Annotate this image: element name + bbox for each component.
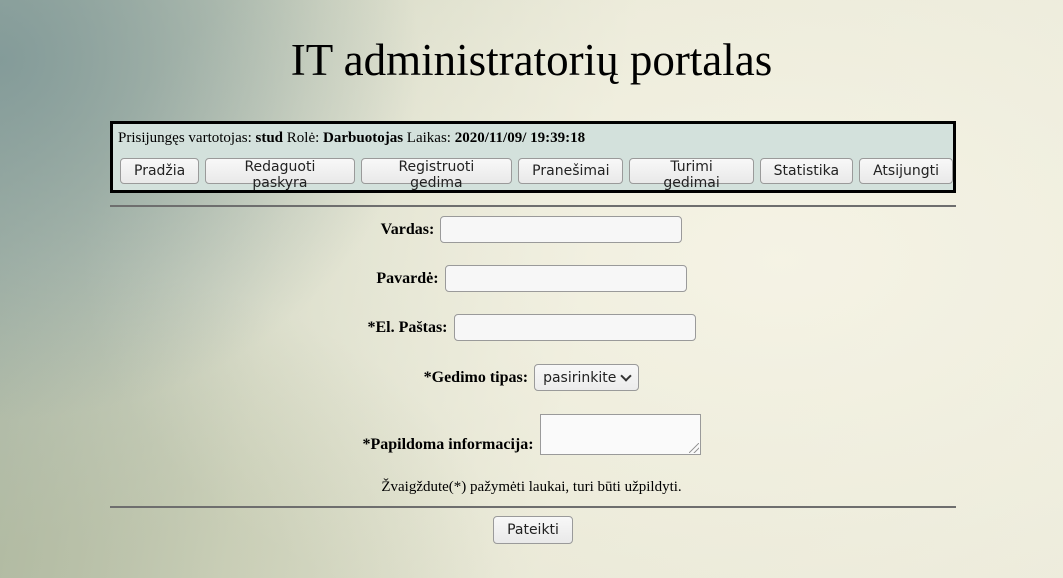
first-name-row: Vardas:	[0, 216, 1063, 243]
resize-grip-icon[interactable]	[688, 443, 699, 453]
nav-current-faults-button[interactable]: Turimi gedimai	[629, 158, 754, 191]
chevron-down-icon	[620, 369, 633, 382]
additional-info-textarea[interactable]	[539, 414, 701, 455]
additional-info-label: *Papildoma informacija:	[362, 436, 534, 453]
fault-type-label: *Gedimo tipas:	[423, 368, 529, 386]
email-row: *El. Paštas:	[0, 314, 1063, 341]
first-name-label: Vardas:	[380, 220, 435, 238]
email-input[interactable]	[453, 314, 696, 341]
bottom-divider	[110, 506, 956, 508]
required-fields-note: Žvaigždute(*) pažymėti laukai, turi būti…	[381, 479, 682, 495]
nav-register-fault-button[interactable]: Registruoti gedima	[360, 158, 513, 191]
fault-type-row: *Gedimo tipas: pasirinkite	[0, 364, 1063, 391]
fault-type-select[interactable]: pasirinkite	[534, 364, 640, 391]
additional-info-row: *Papildoma informacija:	[0, 414, 1063, 455]
nav-statistics-button[interactable]: Statistika	[759, 158, 854, 184]
submit-button[interactable]: Pateikti	[493, 516, 573, 544]
user-role: Darbuotojas	[323, 130, 404, 146]
user-info-bar: Prisijungęs vartotojas: stud Rolė: Darbu…	[110, 121, 956, 193]
nav-menu: Pradžia Redaguoti paskyra Registruoti ge…	[120, 158, 953, 191]
last-name-label: Pavardė:	[376, 269, 439, 287]
page-title: IT administratorių portalas	[290, 35, 773, 85]
time-label: Laikas:	[403, 130, 455, 146]
top-divider	[110, 205, 956, 207]
login-time: 2020/11/09/ 19:39:18	[454, 130, 586, 146]
last-name-row: Pavardė:	[0, 265, 1063, 292]
last-name-input[interactable]	[444, 265, 687, 292]
nav-home-button[interactable]: Pradžia	[120, 158, 200, 184]
nav-messages-button[interactable]: Pranešimai	[518, 158, 624, 184]
fault-type-selected: pasirinkite	[543, 369, 617, 386]
user-name: stud	[255, 130, 284, 146]
user-label: Prisijungęs vartotojas:	[118, 130, 256, 146]
nav-edit-account-button[interactable]: Redaguoti paskyra	[205, 158, 355, 191]
role-label: Rolė:	[283, 130, 324, 146]
nav-logout-button[interactable]: Atsijungti	[859, 158, 953, 184]
email-label: *El. Paštas:	[367, 318, 448, 336]
first-name-input[interactable]	[440, 216, 683, 243]
session-info: Prisijungęs vartotojas: stud Rolė: Darbu…	[118, 130, 585, 147]
